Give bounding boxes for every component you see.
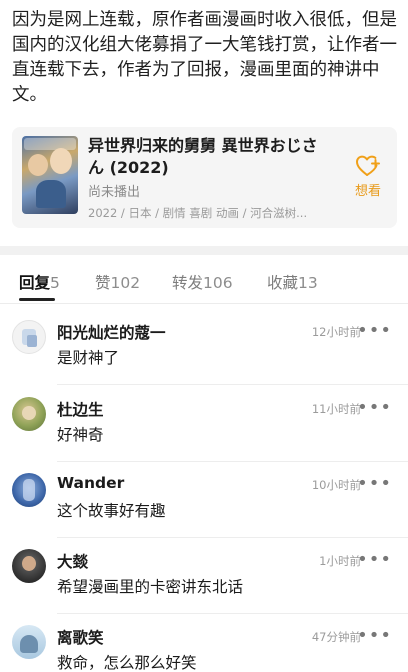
more-options-icon[interactable]: •••	[357, 320, 392, 341]
comment-author[interactable]: 离歌笑	[57, 626, 104, 648]
comment-item: 大燅 希望漫画里的卡密讲东北话 1小时前 •••	[0, 549, 408, 625]
more-options-icon[interactable]: •••	[357, 397, 392, 418]
avatar[interactable]	[12, 625, 46, 659]
tab-likes[interactable]: 赞102	[95, 271, 140, 293]
avatar[interactable]	[12, 473, 46, 507]
tab-replies[interactable]: 回复5	[19, 271, 60, 293]
comment-time: 12小时前	[311, 325, 361, 339]
comment-item: 杜边生 好神奇 11小时前 •••	[0, 397, 408, 473]
post-body-text: 因为是网上连载，原作者画漫画时收入很低，但是国内的汉化组大佬募捐了一大笔钱打赏，…	[12, 10, 397, 105]
comment-time: 1小时前	[319, 554, 361, 568]
want-to-watch-button[interactable]: 想看	[348, 154, 388, 204]
anime-subject-card[interactable]: 异世界归来的舅舅 異世界おじさん (2022) 尚未播出 2022 / 日本 /…	[12, 127, 397, 228]
comment-text: 救命，怎么那么好笑	[57, 654, 197, 672]
want-to-watch-label: 想看	[354, 184, 381, 199]
comment-divider	[57, 537, 408, 538]
comment-text: 好神奇	[57, 426, 104, 444]
active-tab-indicator	[19, 298, 55, 301]
section-divider	[0, 246, 408, 255]
avatar[interactable]	[12, 397, 46, 431]
comment-author[interactable]: 杜边生	[57, 398, 104, 420]
interaction-tabs: 回复5 赞102 转发106 收藏13	[0, 262, 408, 302]
heart-plus-icon	[356, 155, 380, 176]
comment-text: 希望漫画里的卡密讲东北话	[57, 578, 244, 596]
comment-divider	[57, 384, 408, 385]
avatar[interactable]	[12, 320, 46, 354]
anime-poster-image	[22, 136, 78, 214]
comment-author[interactable]: 大燅	[57, 550, 88, 572]
comment-item: 离歌笑 救命，怎么那么好笑 47分钟前 •••	[0, 625, 408, 672]
comment-author[interactable]: 阳光灿烂的蔻一	[57, 321, 166, 343]
anime-title: 异世界归来的舅舅 異世界おじさん (2022)	[88, 136, 318, 177]
more-options-icon[interactable]: •••	[357, 473, 392, 494]
comment-divider	[57, 613, 408, 614]
more-options-icon[interactable]: •••	[357, 549, 392, 570]
comment-author[interactable]: Wander	[57, 474, 124, 492]
tab-reposts[interactable]: 转发106	[172, 271, 233, 293]
tab-favorites-label: 收藏	[267, 274, 299, 292]
tab-replies-label: 回复	[19, 274, 51, 292]
tab-favorites[interactable]: 收藏13	[267, 271, 318, 293]
comment-divider	[57, 461, 408, 462]
tab-likes-label: 赞	[95, 274, 111, 292]
tab-reposts-label: 转发	[172, 274, 204, 292]
tab-replies-count: 5	[50, 274, 60, 292]
comment-text: 是财神了	[57, 349, 120, 367]
more-options-icon[interactable]: •••	[357, 625, 392, 646]
tab-favorites-count: 13	[298, 274, 318, 292]
comment-text: 这个故事好有趣	[57, 502, 166, 520]
avatar[interactable]	[12, 549, 46, 583]
tabs-divider	[0, 303, 408, 304]
anime-meta: 2022 / 日本 / 剧情 喜剧 动画 / 河合滋树...	[88, 206, 308, 220]
comment-time: 10小时前	[311, 478, 361, 492]
comment-item: 阳光灿烂的蔻一 是财神了 12小时前 •••	[0, 320, 408, 396]
tab-likes-count: 102	[110, 274, 141, 292]
anime-status: 尚未播出	[88, 185, 141, 200]
tab-reposts-count: 106	[203, 274, 233, 292]
comment-time: 11小时前	[311, 402, 361, 416]
comment-time: 47分钟前	[311, 630, 361, 644]
comment-item: Wander 这个故事好有趣 10小时前 •••	[0, 473, 408, 549]
